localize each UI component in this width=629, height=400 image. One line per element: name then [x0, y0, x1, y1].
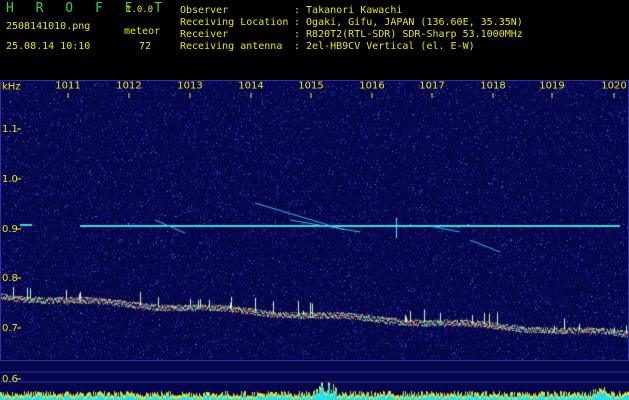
observer-value: : Takanori Kawachi [294, 5, 403, 16]
y-tick-label: 0.8 [2, 273, 18, 284]
meteor-count: 72 [139, 41, 152, 52]
y-tick-label: 1.0 [2, 174, 18, 185]
location-key: Receiving Location [180, 17, 289, 28]
axis-overlay: kHz 1011 1012 1013 1014 1015 1016 1017 1018 1019 1… [0, 80, 629, 385]
meteor-label: meteor [124, 26, 161, 37]
y-tick-label: 0.6 [2, 374, 18, 385]
x-tick-label: 1015 [298, 80, 323, 91]
y-tick-label: 0.7 [2, 323, 18, 334]
x-tick-label: 1020 [601, 80, 626, 91]
receiver-key: Receiver [180, 29, 229, 40]
app-version: 1.0.0 [126, 5, 154, 15]
axis-unit-label: kHz [2, 81, 21, 92]
x-tick-label: 1018 [480, 80, 505, 91]
x-tick-label: 1017 [419, 80, 444, 91]
x-tick-label: 1013 [177, 80, 202, 91]
header-panel: H R O F F T 1.0.0 2508141010.png meteor … [0, 0, 629, 80]
location-value: : Ogaki, Gifu, JAPAN (136.60E, 35.35N) [294, 17, 523, 28]
filename: 2508141010.png [6, 21, 91, 32]
x-tick-label: 1011 [55, 80, 80, 91]
datetime: 25.08.14 10:10 [6, 41, 91, 52]
x-tick-label: 1012 [116, 80, 141, 91]
x-tick-label: 1014 [238, 80, 263, 91]
y-tick-label: 0.9 [2, 224, 18, 235]
plot-frame [0, 80, 629, 361]
observer-key: Observer [180, 5, 229, 16]
antenna-value: : 2el-HB9CV Vertical (el. E-W) [294, 41, 475, 52]
y-tick-label: 1.1 [2, 124, 18, 135]
antenna-key: Receiving antenna [180, 41, 283, 52]
spectrogram-panel: kHz 1011 1012 1013 1014 1015 1016 1017 1018 1019 1… [0, 80, 629, 400]
receiver-value: : R820T2(RTL-SDR) SDR-Sharp 53.1000MHz [294, 29, 523, 40]
x-tick-label: 1016 [359, 80, 384, 91]
x-tick-label: 1019 [539, 80, 564, 91]
